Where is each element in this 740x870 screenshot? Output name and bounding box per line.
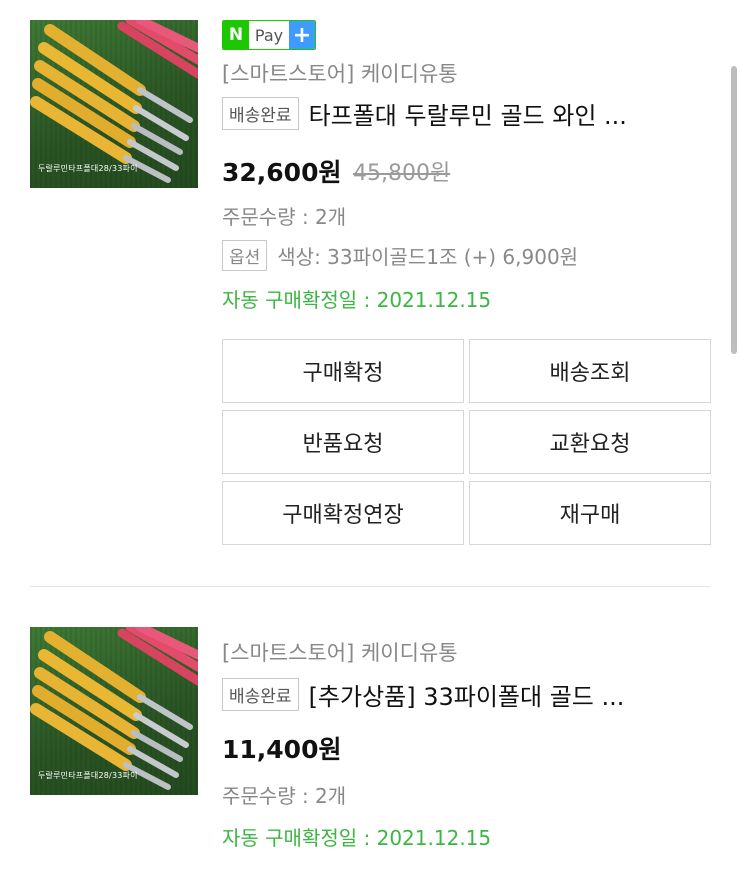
- product-title-row[interactable]: 배송완료 [추가상품] 33파이폴대 골드 ...: [222, 677, 710, 712]
- order-divider: [30, 586, 710, 587]
- store-name[interactable]: [스마트스토어] 케이디유통: [222, 58, 458, 88]
- naver-n-icon: N: [223, 21, 249, 49]
- vertical-scrollbar[interactable]: [731, 66, 737, 354]
- option-badge: 옵션: [222, 240, 268, 271]
- order-quantity: 주문수량 : 2개: [222, 205, 347, 229]
- naver-pay-badge: N Pay +: [222, 20, 316, 50]
- auto-confirm-date: 자동 구매확정일 : 2021.12.15: [222, 826, 492, 850]
- product-title[interactable]: 타프폴대 두랄루민 골드 와인 ...: [309, 96, 627, 131]
- product-thumbnail[interactable]: 두랄루민타프폴대28/33파이: [30, 20, 198, 188]
- rebuy-button[interactable]: 재구매: [469, 481, 711, 545]
- product-title[interactable]: [추가상품] 33파이폴대 골드 ...: [309, 677, 625, 712]
- store-name[interactable]: [스마트스토어] 케이디유통: [222, 637, 458, 667]
- order-quantity: 주문수량 : 2개: [222, 784, 347, 808]
- plus-icon: +: [289, 21, 315, 49]
- status-badge: 배송완료: [222, 97, 299, 130]
- thumbnail-caption: 두랄루민타프폴대28/33파이: [38, 164, 138, 173]
- exchange-request-button[interactable]: 교환요청: [469, 410, 711, 474]
- return-request-button[interactable]: 반품요청: [222, 410, 464, 474]
- pay-label: Pay: [249, 21, 289, 49]
- option-text: 색상: 33파이골드1조 (+) 6,900원: [277, 245, 579, 269]
- track-delivery-button[interactable]: 배송조회: [469, 339, 711, 403]
- auto-confirm-date: 자동 구매확정일 : 2021.12.15: [222, 288, 492, 312]
- extend-confirm-button[interactable]: 구매확정연장: [222, 481, 464, 545]
- purchase-confirm-button[interactable]: 구매확정: [222, 339, 464, 403]
- order-action-buttons: 구매확정 배송조회 반품요청 교환요청 구매확정연장 재구매: [222, 339, 711, 545]
- sale-price: 32,600원: [222, 158, 342, 187]
- sale-price: 11,400원: [222, 735, 342, 764]
- option-row: 옵션 색상: 33파이골드1조 (+) 6,900원: [222, 240, 578, 271]
- thumbnail-caption: 두랄루민타프폴대28/33파이: [38, 771, 138, 780]
- status-badge: 배송완료: [222, 678, 299, 711]
- product-thumbnail[interactable]: 두랄루민타프폴대28/33파이: [30, 627, 198, 795]
- original-price: 45,800원: [353, 161, 451, 186]
- product-title-row[interactable]: 배송완료 타프폴대 두랄루민 골드 와인 ...: [222, 96, 710, 131]
